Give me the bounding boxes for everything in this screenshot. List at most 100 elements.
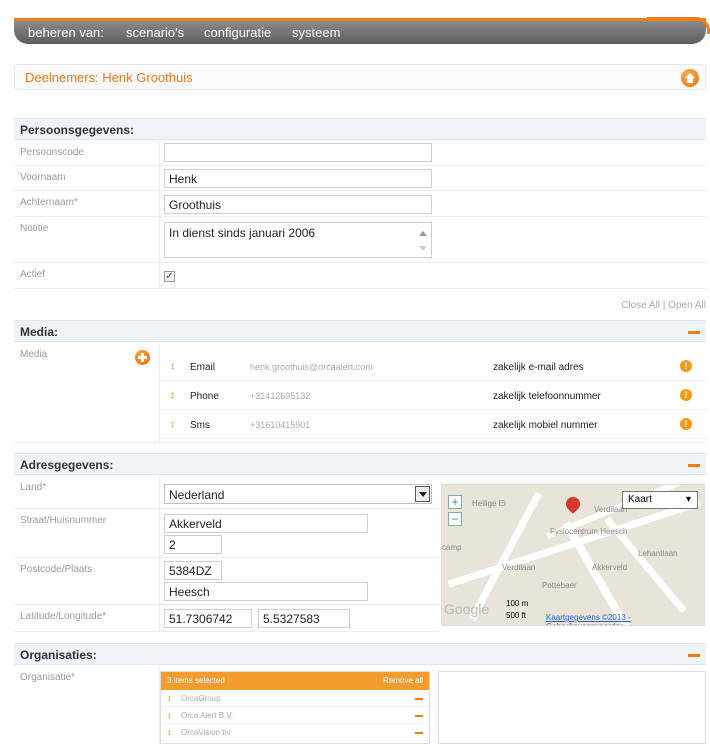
field-label: Land* bbox=[20, 482, 47, 493]
map-label: Heilige Ei bbox=[472, 499, 506, 508]
media-type: Sms bbox=[190, 420, 210, 431]
org-name: OrcaGroup bbox=[181, 694, 221, 703]
chevron-down-icon[interactable] bbox=[415, 486, 430, 502]
section-header-organisaties: Organisaties: bbox=[14, 643, 706, 665]
drag-handle-icon[interactable]: ↕ bbox=[170, 361, 176, 372]
section-header-persoonsgegevens: Persoonsgegevens: bbox=[14, 118, 706, 140]
column-divider bbox=[159, 217, 160, 262]
drag-handle-icon[interactable]: ↕ bbox=[167, 727, 172, 737]
zoom-in-icon[interactable]: + bbox=[448, 495, 462, 509]
remove-icon[interactable] bbox=[415, 715, 423, 717]
map-label: Fysiocentrum Heesch bbox=[550, 527, 628, 536]
add-media-icon[interactable] bbox=[135, 350, 150, 365]
collapse-icon[interactable] bbox=[688, 654, 700, 657]
section-title: Media: bbox=[20, 325, 59, 339]
organisatie-available-list[interactable] bbox=[438, 671, 706, 744]
remove-icon[interactable] bbox=[415, 698, 423, 700]
top-navigation: beheren van: scenario's configuratie sys… bbox=[14, 17, 710, 44]
map-terms-link[interactable]: Kaartgegevens ©2013 - Gebruiksvoorwaarde… bbox=[546, 613, 704, 625]
page-header: Deelnemers: Henk Groothuis bbox=[14, 64, 706, 90]
scroll-up-icon[interactable] bbox=[419, 231, 427, 236]
straat-input[interactable]: Akkerveld bbox=[164, 514, 368, 533]
remove-all-link[interactable]: Remove all bbox=[383, 676, 423, 685]
textarea-scrollbar[interactable] bbox=[415, 223, 431, 257]
achternaam-input[interactable]: Groothuis bbox=[164, 195, 432, 214]
map-scale-ft: 500 ft bbox=[506, 611, 527, 620]
selected-count: 3 items selected bbox=[167, 676, 225, 685]
zoom-out-icon[interactable]: − bbox=[448, 512, 462, 526]
scroll-down-icon[interactable] bbox=[419, 246, 427, 251]
media-description: zakelijk e-mail adres bbox=[493, 362, 584, 373]
info-icon[interactable]: ! bbox=[680, 418, 692, 430]
map-scale-m: 100 m bbox=[506, 599, 529, 608]
notitie-textarea[interactable]: In dienst sinds januari 2006 bbox=[164, 222, 432, 258]
actief-checkbox[interactable]: ✓ bbox=[164, 271, 175, 282]
media-item[interactable]: ↕ Sms +31610415901 zakelijk mobiel numme… bbox=[160, 410, 706, 439]
map-label: Verdilaan bbox=[502, 563, 536, 572]
field-label: Postcode/Plaats bbox=[20, 564, 93, 575]
latitude-input[interactable]: 51.7306742 bbox=[164, 609, 252, 628]
field-label: Notitie bbox=[20, 223, 49, 234]
row-straat: Straat/Huisnummer Akkerveld 2 bbox=[14, 509, 439, 558]
field-label: Organisatie* bbox=[20, 672, 76, 683]
media-type: Email bbox=[190, 362, 216, 373]
land-select[interactable]: Nederland bbox=[164, 484, 432, 504]
home-icon[interactable] bbox=[681, 69, 699, 87]
multiselect-header: 3 items selected Remove all bbox=[161, 672, 429, 690]
row-persoonscode: Persoonscode bbox=[14, 141, 706, 166]
section-title: Persoonsgegevens: bbox=[20, 123, 135, 137]
drag-handle-icon[interactable]: ↕ bbox=[167, 710, 172, 720]
map-type-value: Kaart bbox=[628, 494, 652, 505]
section-header-adresgegevens: Adresgegevens: bbox=[14, 453, 706, 475]
close-open-all-links[interactable]: Close All | Open All bbox=[621, 300, 706, 311]
media-list: ↕ Email henk.groothuis@orcaalert.com zak… bbox=[160, 352, 706, 442]
column-divider bbox=[159, 558, 160, 604]
collapse-icon[interactable] bbox=[688, 464, 700, 467]
field-label: Media bbox=[20, 349, 48, 360]
row-land: Land* Nederland bbox=[14, 476, 439, 509]
drag-handle-icon[interactable]: ↕ bbox=[170, 390, 176, 401]
nav-scenarios[interactable]: scenario's bbox=[126, 25, 184, 40]
huisnummer-input[interactable]: 2 bbox=[164, 535, 222, 554]
map-label: camp bbox=[442, 543, 462, 552]
location-map[interactable]: + − Heilige Ei Verdilaan Fysiocentrum He… bbox=[441, 484, 705, 626]
plaats-input[interactable]: Heesch bbox=[164, 582, 368, 601]
drag-handle-icon[interactable]: ↕ bbox=[167, 693, 172, 703]
list-item[interactable]: ↕ Orca Alert B.V. bbox=[161, 707, 429, 724]
drag-handle-icon[interactable]: ↕ bbox=[170, 419, 176, 430]
voornaam-input[interactable]: Henk bbox=[164, 169, 432, 188]
collapse-icon[interactable] bbox=[688, 331, 700, 334]
media-item[interactable]: ↕ Email henk.groothuis@orcaalert.com zak… bbox=[160, 352, 706, 381]
nav-configuratie[interactable]: configuratie bbox=[204, 25, 271, 40]
media-value: henk.groothuis@orcaalert.com bbox=[250, 362, 373, 372]
organisatie-multiselect[interactable]: 3 items selected Remove all ↕ OrcaGroup … bbox=[160, 671, 430, 744]
field-label: Achternaam* bbox=[20, 197, 78, 208]
column-divider bbox=[159, 141, 160, 165]
field-label: Persoonscode bbox=[20, 147, 84, 158]
google-logo: Google bbox=[444, 601, 490, 617]
row-postcode: Postcode/Plaats 5384DZ Heesch bbox=[14, 558, 439, 605]
field-label: Straat/Huisnummer bbox=[20, 515, 107, 526]
row-latlong: Latitude/Longitude* 51.7306742 5.5327583 bbox=[14, 605, 439, 632]
info-icon[interactable]: ! bbox=[680, 360, 692, 372]
longitude-input[interactable]: 5.5327583 bbox=[258, 609, 350, 628]
list-item[interactable]: ↕ OrcaVision bv bbox=[161, 724, 429, 741]
persoonscode-input[interactable] bbox=[164, 143, 432, 162]
media-value: +31610415901 bbox=[250, 420, 311, 430]
map-marker-icon[interactable] bbox=[563, 494, 583, 514]
column-divider bbox=[159, 476, 160, 508]
map-type-select[interactable]: Kaart ▾ bbox=[622, 491, 698, 509]
nav-systeem[interactable]: systeem bbox=[292, 25, 340, 40]
page-title: Deelnemers: Henk Groothuis bbox=[25, 70, 193, 85]
notitie-text: In dienst sinds januari 2006 bbox=[169, 226, 316, 240]
media-description: zakelijk mobiel nummer bbox=[493, 420, 598, 431]
row-notitie: Notitie In dienst sinds januari 2006 bbox=[14, 217, 706, 263]
chevron-down-icon: ▾ bbox=[685, 494, 691, 505]
media-item[interactable]: ↕ Phone +31412695132 zakelijk telefoonnu… bbox=[160, 381, 706, 410]
column-divider bbox=[159, 263, 160, 288]
land-value: Nederland bbox=[169, 488, 225, 502]
remove-icon[interactable] bbox=[415, 732, 423, 734]
postcode-input[interactable]: 5384DZ bbox=[164, 561, 222, 580]
info-icon[interactable]: ! bbox=[680, 389, 692, 401]
list-item[interactable]: ↕ OrcaGroup bbox=[161, 690, 429, 707]
